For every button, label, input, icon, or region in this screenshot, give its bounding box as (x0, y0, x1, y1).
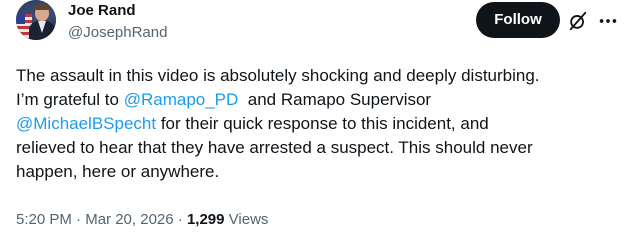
mention-ramapo-pd-link[interactable]: @Ramapo_PD (124, 90, 239, 109)
tweet-line: The assault in this video is absolutely … (16, 66, 540, 85)
tweet-date-link[interactable]: Mar 20, 2026 (85, 211, 173, 228)
avatar[interactable] (16, 0, 56, 40)
tweet-line: I’m grateful to @Ramapo_PD and Ramapo Su… (16, 90, 432, 109)
tweet-card: Joe Rand @JosephRand Follow The assault … (0, 0, 634, 243)
author-handle[interactable]: @JosephRand (68, 23, 167, 43)
more-horizontal-icon[interactable] (597, 10, 619, 32)
tweet-meta: 5:20 PM · Mar 20, 2026 · 1,299 Views (16, 211, 269, 228)
views-label: Views (224, 211, 269, 228)
grok-slash-circle-icon[interactable] (567, 10, 589, 32)
tweet-line: relieved to hear that they have arrested… (16, 138, 533, 157)
author-name[interactable]: Joe Rand (68, 1, 136, 21)
views-count: 1,299 (186, 211, 225, 228)
tweet-text: The assault in this video is absolutely … (16, 64, 628, 184)
follow-button[interactable]: Follow (476, 2, 560, 38)
mention-michaelbspecht-link[interactable]: @MichaelBSpecht (16, 114, 156, 133)
tweet-time-link[interactable]: 5:20 PM (16, 211, 72, 228)
tweet-line: @MichaelBSpecht for their quick response… (16, 114, 489, 133)
tweet-line: happen, here or anywhere. (16, 162, 220, 181)
